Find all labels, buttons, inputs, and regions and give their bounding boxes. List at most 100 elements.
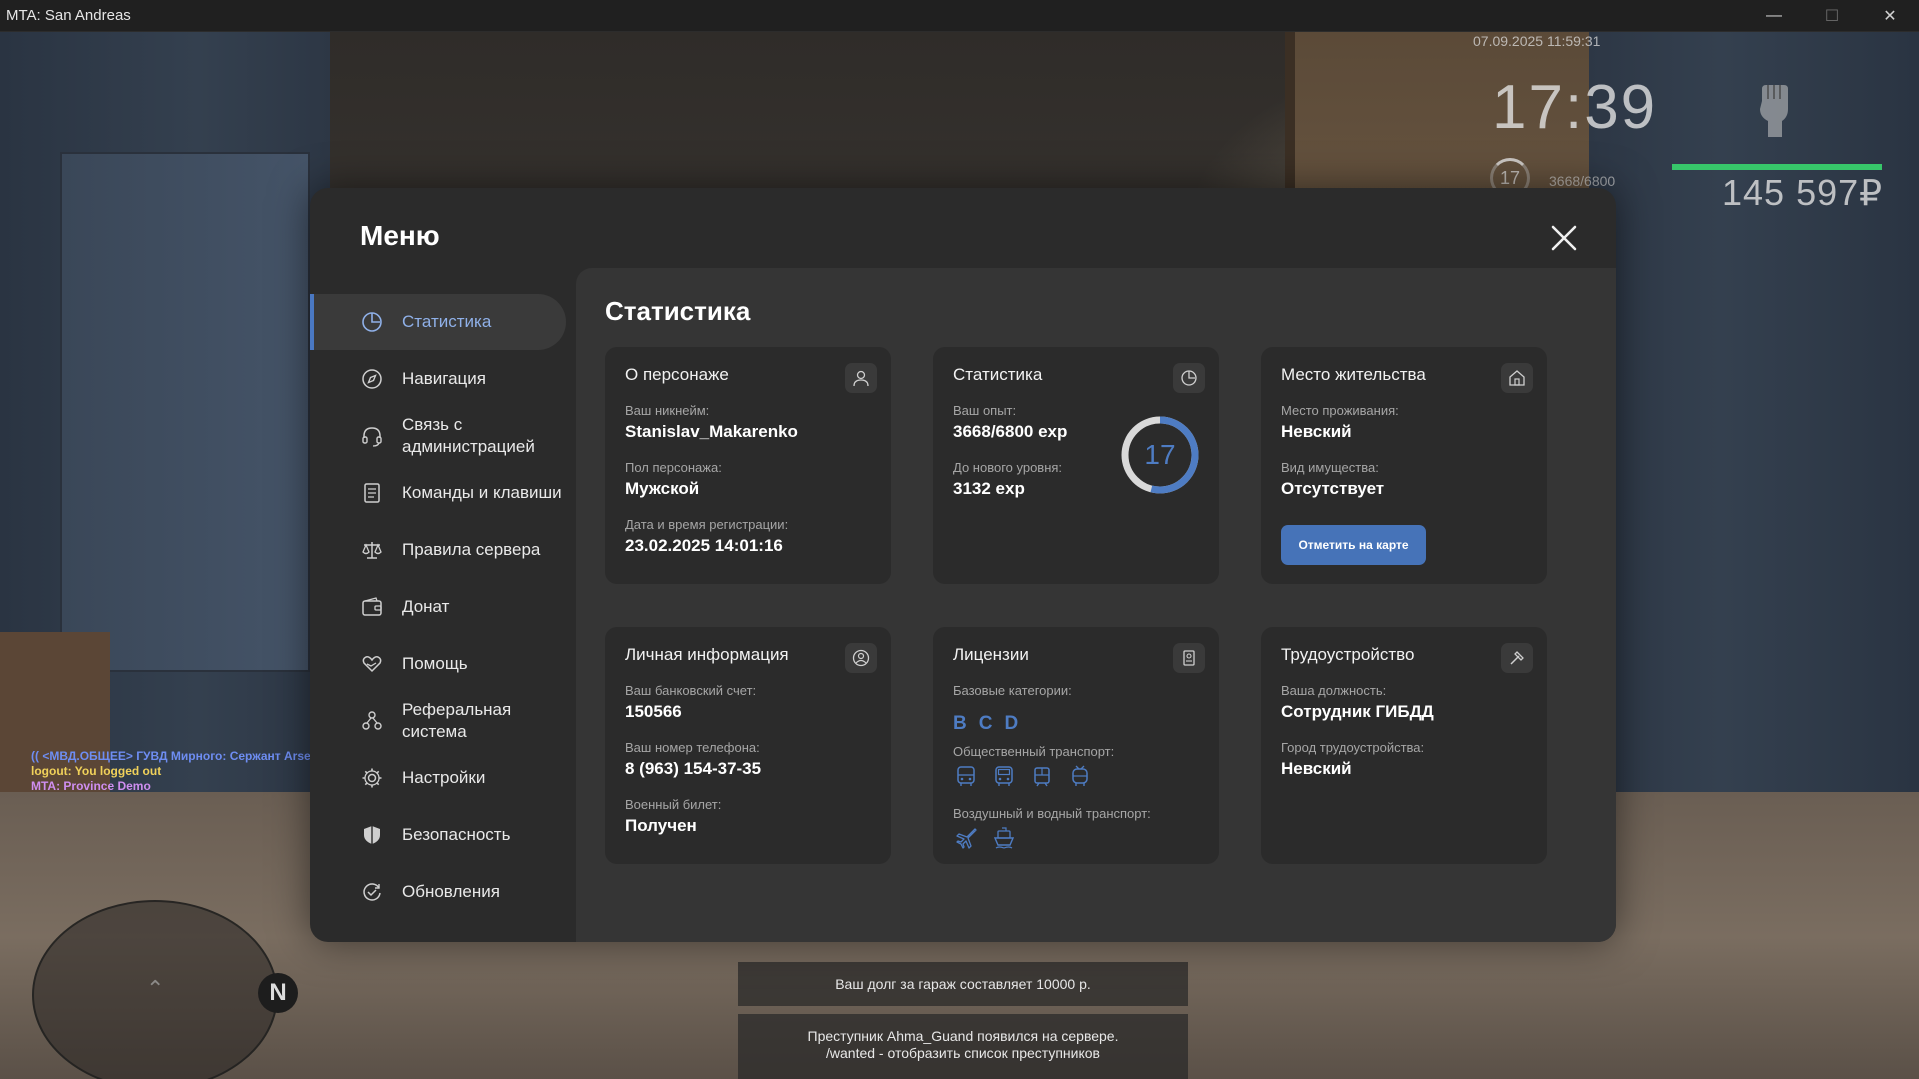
field-value-position: Сотрудник ГИБДД — [1281, 702, 1434, 721]
card-licenses: Лицензии Базовые категории: B C D Общест… — [933, 627, 1219, 864]
referral-icon — [360, 709, 384, 733]
window-title: MTA: San Andreas — [6, 7, 131, 24]
field-value-nickname: Stanislav_Makarenko — [625, 422, 798, 441]
field-label: Военный билет: — [625, 797, 722, 812]
sidebar-item-security[interactable]: Безопасность — [310, 807, 566, 863]
card-character: О персонаже Ваш никнейм: Stanislav_Makar… — [605, 347, 891, 584]
sidebar-item-referral[interactable]: Реферальная система — [310, 693, 566, 749]
hammer-icon — [1501, 643, 1533, 673]
sidebar-item-help[interactable]: Помощь — [310, 636, 566, 692]
field-label: Ваш номер телефона: — [625, 740, 760, 755]
sidebar-item-navigation[interactable]: Навигация — [310, 351, 566, 407]
field-label: Воздушный и водный транспорт: — [953, 806, 1151, 821]
menu-title: Меню — [360, 220, 440, 251]
notification-debt: Ваш долг за гараж составляет 10000 р. — [738, 962, 1188, 1006]
card-title: О персонаже — [625, 365, 729, 384]
field-value-residence: Невский — [1281, 422, 1352, 441]
content-title: Статистика — [605, 296, 751, 326]
sidebar-item-label: Правила сервера — [402, 540, 541, 559]
license-category: C — [978, 713, 993, 734]
sidebar-item-label: Обновления — [402, 882, 500, 901]
close-window-button[interactable]: ✕ — [1861, 0, 1919, 32]
health-bar — [1672, 164, 1882, 170]
pie-chart-icon — [1173, 363, 1205, 393]
license-categories: B C D — [953, 713, 1018, 735]
mark-on-map-button[interactable]: Отметить на карте — [1281, 525, 1426, 565]
license-category: D — [1004, 713, 1019, 734]
field-label: Ваша должность: — [1281, 683, 1387, 698]
field-value-next-level: 3132 exp — [953, 479, 1025, 498]
public-transport-icons — [953, 763, 1093, 789]
field-value-property: Отсутствует — [1281, 479, 1385, 498]
field-value-military: Получен — [625, 816, 697, 835]
fist-icon — [1752, 82, 1796, 140]
scene-wall-right — [1589, 32, 1919, 792]
card-employment: Трудоустройство Ваша должность: Сотрудни… — [1261, 627, 1547, 864]
card-title: Статистика — [953, 365, 1043, 384]
sidebar-item-label: Настройки — [402, 768, 486, 787]
field-label: Ваш никнейм: — [625, 403, 710, 418]
field-label: До нового уровня: — [953, 460, 1063, 475]
field-value-job-city: Невский — [1281, 759, 1352, 778]
refresh-check-icon — [360, 880, 384, 904]
home-icon — [1501, 363, 1533, 393]
window-titlebar: MTA: San Andreas — ☐ ✕ — [0, 0, 1919, 32]
user-circle-icon — [845, 643, 877, 673]
radar-north-marker: N — [258, 973, 298, 1013]
headset-icon — [360, 424, 384, 448]
heart-hand-icon — [360, 652, 384, 676]
card-title: Трудоустройство — [1281, 645, 1415, 664]
compass-icon — [360, 367, 384, 391]
close-icon[interactable] — [1548, 222, 1580, 254]
sidebar-item-updates[interactable]: Обновления — [310, 864, 566, 920]
card-personal-info: Личная информация Ваш банковский счет: 1… — [605, 627, 891, 864]
sidebar-item-label: Команды и клавиши — [402, 483, 562, 502]
sidebar-item-rules[interactable]: Правила сервера — [310, 522, 566, 578]
trolleybus-icon — [1067, 763, 1093, 789]
field-label: Город трудоустройства: — [1281, 740, 1425, 755]
menu-panel: Меню Статистика Навигация Связь с админи… — [310, 188, 1616, 942]
notification-text: Преступник Ahma_Guand появился на сервер… — [807, 1028, 1119, 1044]
field-label: Общественный транспорт: — [953, 744, 1115, 759]
document-icon — [360, 481, 384, 505]
field-label: Дата и время регистрации: — [625, 517, 789, 532]
hud-clock: 17:39 — [1492, 73, 1658, 142]
card-title: Место жительства — [1281, 365, 1426, 384]
field-value-phone: 8 (963) 154-37-35 — [625, 759, 762, 778]
card-residence: Место жительства Место проживания: Невск… — [1261, 347, 1547, 584]
minimize-button[interactable]: — — [1745, 0, 1803, 32]
bus-icon — [991, 763, 1017, 789]
field-value-bank: 150566 — [625, 702, 682, 721]
maximize-button[interactable]: ☐ — [1803, 0, 1861, 32]
air-water-transport-icons — [953, 825, 1017, 851]
notification-text: /wanted - отобразить список преступников — [826, 1045, 1100, 1061]
sidebar-item-label: Помощь — [402, 654, 468, 673]
player-arrow-icon: ⌃ — [146, 976, 165, 1001]
wallet-icon — [360, 595, 384, 619]
sidebar-item-statistics[interactable]: Статистика — [310, 294, 566, 350]
sidebar-item-settings[interactable]: Настройки — [310, 750, 566, 806]
field-label: Ваш банковский счет: — [625, 683, 757, 698]
card-title: Лицензии — [953, 645, 1029, 664]
sidebar-item-admin-contact[interactable]: Связь с администрацией — [310, 408, 566, 464]
sidebar-item-label: Связь с администрацией — [402, 415, 535, 456]
sidebar-item-donate[interactable]: Донат — [310, 579, 566, 635]
field-label: Ваш опыт: — [953, 403, 1017, 418]
sidebar-item-commands[interactable]: Команды и клавиши — [310, 465, 566, 521]
notification-criminal: Преступник Ahma_Guand появился на сервер… — [738, 1014, 1188, 1079]
field-label: Место проживания: — [1281, 403, 1399, 418]
tram-icon — [1029, 763, 1055, 789]
hud-level-value: 17 — [1499, 167, 1521, 188]
gear-icon — [360, 766, 384, 790]
health-bar-fill — [1672, 164, 1882, 170]
license-icon — [1173, 643, 1205, 673]
license-category: B — [953, 713, 967, 734]
field-label: Базовые категории: — [953, 683, 1072, 698]
hud-exp: 3668/6800 — [1549, 173, 1616, 189]
sidebar-item-label: Статистика — [402, 312, 492, 331]
hud-money: 145 597₽ — [1722, 172, 1884, 213]
field-label: Пол персонажа: — [625, 460, 722, 475]
shield-icon — [360, 823, 384, 847]
card-title: Личная информация — [625, 645, 789, 664]
user-icon — [845, 363, 877, 393]
